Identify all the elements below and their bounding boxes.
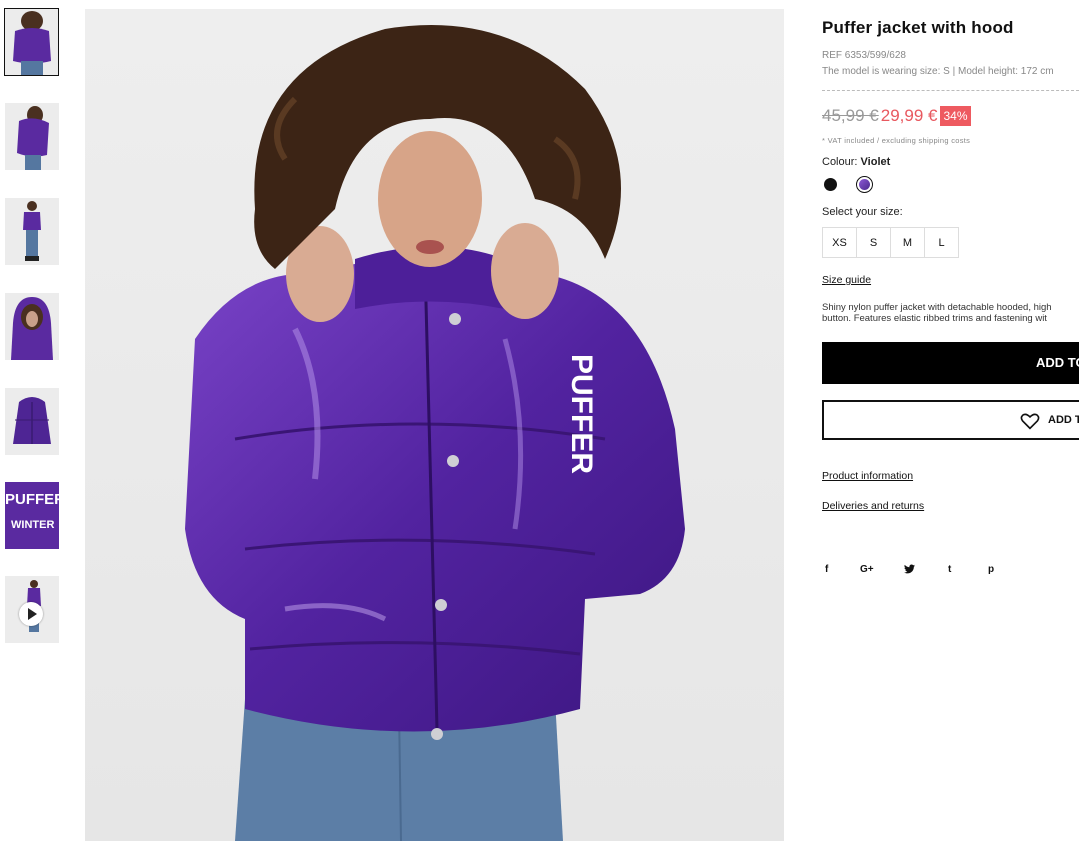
heart-icon [1020, 413, 1040, 430]
discount-badge: 34% [940, 106, 971, 126]
colour-label-text: Colour: [822, 156, 858, 168]
description-line-2: button. Features elastic ribbed trims an… [822, 313, 1047, 324]
play-icon[interactable] [19, 602, 43, 626]
size-xs[interactable]: XS [822, 227, 857, 258]
thumbnail-5[interactable] [5, 388, 59, 455]
size-label: Select your size: [822, 206, 903, 218]
size-m[interactable]: M [890, 227, 925, 258]
old-price: 45,99 € [822, 106, 879, 125]
thumbnail-6[interactable]: PUFFER WINTER [5, 482, 59, 549]
main-product-image[interactable]: PUFFER [85, 9, 784, 841]
tumblr-icon[interactable]: t [948, 564, 951, 575]
colour-swatch-violet[interactable] [859, 179, 870, 190]
print-text-2: WINTER [11, 519, 54, 531]
product-ref: REF 6353/599/628 [822, 50, 906, 61]
product-title: Puffer jacket with hood [822, 18, 1014, 37]
divider [822, 90, 1079, 91]
description-line-1: Shiny nylon puffer jacket with detachabl… [822, 302, 1052, 313]
print-text-1: PUFFER [5, 491, 59, 508]
twitter-icon[interactable] [904, 564, 915, 577]
size-s[interactable]: S [856, 227, 891, 258]
svg-text:PUFFER: PUFFER [565, 354, 598, 474]
google-plus-icon[interactable]: G+ [860, 564, 874, 575]
size-l[interactable]: L [924, 227, 959, 258]
pinterest-icon[interactable]: p [988, 564, 994, 575]
colour-swatch-black[interactable] [824, 178, 837, 191]
colour-label: Colour: Violet [822, 156, 890, 168]
sale-price: 29,99 € [880, 106, 938, 125]
vat-note: * VAT included / excluding shipping cost… [822, 136, 971, 145]
size-selector: XS S M L [822, 227, 959, 258]
facebook-icon[interactable]: f [825, 564, 828, 575]
thumbnail-1[interactable] [4, 8, 59, 76]
add-to-bag-label: ADD TO [1036, 355, 1079, 370]
thumbnail-7-video[interactable] [5, 576, 59, 643]
thumbnail-3[interactable] [5, 198, 59, 265]
size-guide-link[interactable]: Size guide [822, 274, 871, 286]
product-description: Shiny nylon puffer jacket with detachabl… [822, 302, 1079, 324]
add-to-bag-button[interactable]: ADD TO [822, 342, 1079, 384]
thumbnail-4[interactable] [5, 293, 59, 360]
thumbnail-2[interactable] [5, 103, 59, 170]
model-info: The model is wearing size: S | Model hei… [822, 66, 1054, 77]
price-row: 45,99 € 29,99 € 34% [822, 104, 971, 128]
deliveries-returns-link[interactable]: Deliveries and returns [822, 500, 924, 512]
product-information-link[interactable]: Product information [822, 470, 913, 482]
product-details-panel: Puffer jacket with hood REF 6353/599/628… [822, 0, 1079, 841]
add-to-wishlist-label: ADD T [1048, 414, 1079, 426]
add-to-wishlist-button[interactable]: ADD T [822, 400, 1079, 440]
colour-value: Violet [860, 156, 891, 168]
